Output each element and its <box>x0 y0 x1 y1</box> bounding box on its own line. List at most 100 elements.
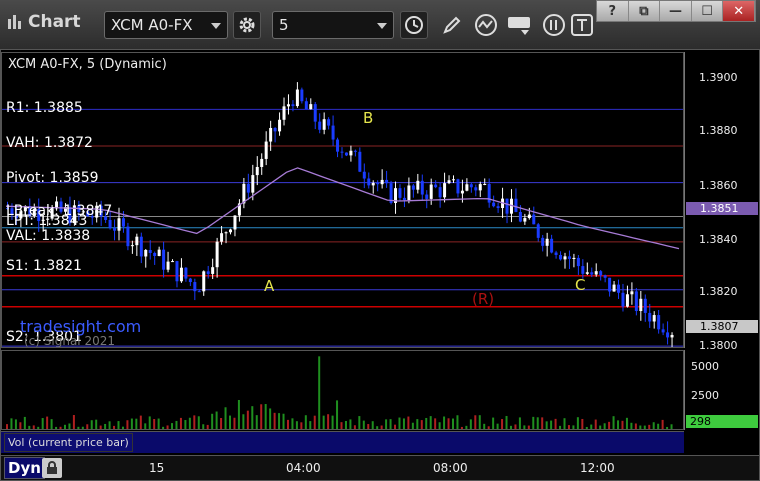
volume-bar <box>331 415 334 429</box>
volume-bar <box>10 418 13 429</box>
candle-body <box>634 291 638 312</box>
help-button[interactable]: ? <box>597 1 629 21</box>
volume-bar <box>541 417 544 429</box>
candle-body <box>309 104 313 110</box>
price-tick: 1.3820 <box>699 285 738 298</box>
toolbar: Chart XCM A0-FX 5 ? ⧉ — ☐ ✕ <box>0 0 760 50</box>
volume-bar <box>643 425 646 429</box>
candle-body <box>327 119 331 126</box>
text-tool-button[interactable] <box>568 11 596 39</box>
volume-bar <box>179 417 182 429</box>
candle-body <box>496 206 500 209</box>
candle-body <box>532 214 536 225</box>
volume-bar <box>420 420 423 429</box>
candle-body <box>585 272 589 274</box>
lock-icon <box>47 461 57 474</box>
volume-bar <box>438 422 441 429</box>
volume-bar <box>273 412 276 429</box>
candle-body <box>630 291 634 295</box>
pencil-icon <box>443 16 461 34</box>
candle-body <box>251 175 255 193</box>
candle-body <box>550 238 554 253</box>
candle-body <box>229 229 232 233</box>
candle-body <box>465 184 469 191</box>
candle-body <box>625 294 629 307</box>
candle-body <box>527 214 531 219</box>
volume-chart <box>6 356 673 429</box>
volume-bar <box>144 423 147 429</box>
volume-bar <box>162 426 165 429</box>
volume-bar <box>68 423 71 429</box>
volume-bar <box>95 419 98 429</box>
volume-pane[interactable] <box>1 350 684 430</box>
volume-bar <box>260 404 263 429</box>
lock-button[interactable] <box>42 458 62 478</box>
time-axis[interactable] <box>1 455 759 480</box>
clock-icon <box>405 16 423 34</box>
volume-bar <box>229 415 231 429</box>
volume-bar <box>184 420 187 429</box>
candle-body <box>443 183 447 198</box>
candle-body <box>367 178 371 186</box>
candle-body <box>126 226 130 247</box>
candle-body <box>166 261 170 270</box>
volume-bar <box>340 422 343 429</box>
get-data-button[interactable] <box>506 11 536 39</box>
candle-body <box>255 166 259 176</box>
candle-body <box>469 184 473 188</box>
volume-bar <box>72 415 75 429</box>
minimize-button[interactable]: — <box>660 1 692 21</box>
candle-body <box>478 184 482 191</box>
candle-body <box>429 184 433 199</box>
volume-bar <box>394 424 397 429</box>
candle-body <box>188 278 192 283</box>
candle-body <box>291 104 295 107</box>
candle-body <box>171 261 175 263</box>
candle-body <box>108 219 112 229</box>
volume-bar <box>634 423 637 429</box>
volume-bar <box>206 424 209 429</box>
volume-bar <box>447 418 450 429</box>
volume-bar <box>171 423 174 429</box>
price-pane[interactable]: XCM A0-FX, 5 (Dynamic) R1: 1.3885 VAH: 1… <box>1 52 684 348</box>
time-button[interactable] <box>400 11 428 39</box>
indicators-button[interactable] <box>472 11 500 39</box>
draw-tool-button[interactable] <box>438 11 466 39</box>
price-axis[interactable]: 1.3900 1.3880 1.3860 1.3840 1.3820 1.380… <box>684 52 759 352</box>
candle-body <box>295 89 299 107</box>
candle-body <box>594 271 598 275</box>
volume-bar <box>126 420 129 429</box>
volume-tick: 2500 <box>691 389 719 402</box>
play-button[interactable] <box>540 11 568 39</box>
maximize-button[interactable]: ☐ <box>692 1 724 21</box>
volume-bar <box>224 407 227 429</box>
dynamic-button[interactable]: Dyn <box>4 457 45 479</box>
close-button[interactable]: ✕ <box>723 1 755 21</box>
settings-button[interactable] <box>233 11 261 39</box>
volume-bar <box>657 423 660 429</box>
candle-body <box>599 271 603 276</box>
volume-bar <box>104 423 107 429</box>
watermark-copyright: (c) Signal 2021 <box>24 334 115 348</box>
volume-bar <box>358 416 361 429</box>
level-label-s1: S1: 1.3821 <box>6 258 82 274</box>
volume-bar <box>545 421 548 429</box>
candle-body <box>536 224 540 238</box>
candle-body <box>139 236 143 257</box>
candle-body <box>135 236 139 246</box>
volume-bar <box>23 416 26 429</box>
volume-bar <box>469 419 472 429</box>
candle-body <box>572 257 576 259</box>
candle-body <box>407 185 411 201</box>
volume-bar <box>411 422 414 429</box>
volume-bar <box>487 426 490 429</box>
marker-r: (R) <box>472 290 495 308</box>
volume-axis[interactable]: 5000 2500 298 <box>684 350 759 430</box>
get-icon <box>508 17 530 35</box>
candle-body <box>184 267 188 279</box>
symbol-dropdown[interactable]: XCM A0-FX <box>104 11 228 39</box>
candle-body <box>353 150 357 152</box>
volume-bar <box>157 418 160 429</box>
interval-dropdown[interactable]: 5 <box>272 11 394 39</box>
restore-button[interactable]: ⧉ <box>629 1 661 21</box>
